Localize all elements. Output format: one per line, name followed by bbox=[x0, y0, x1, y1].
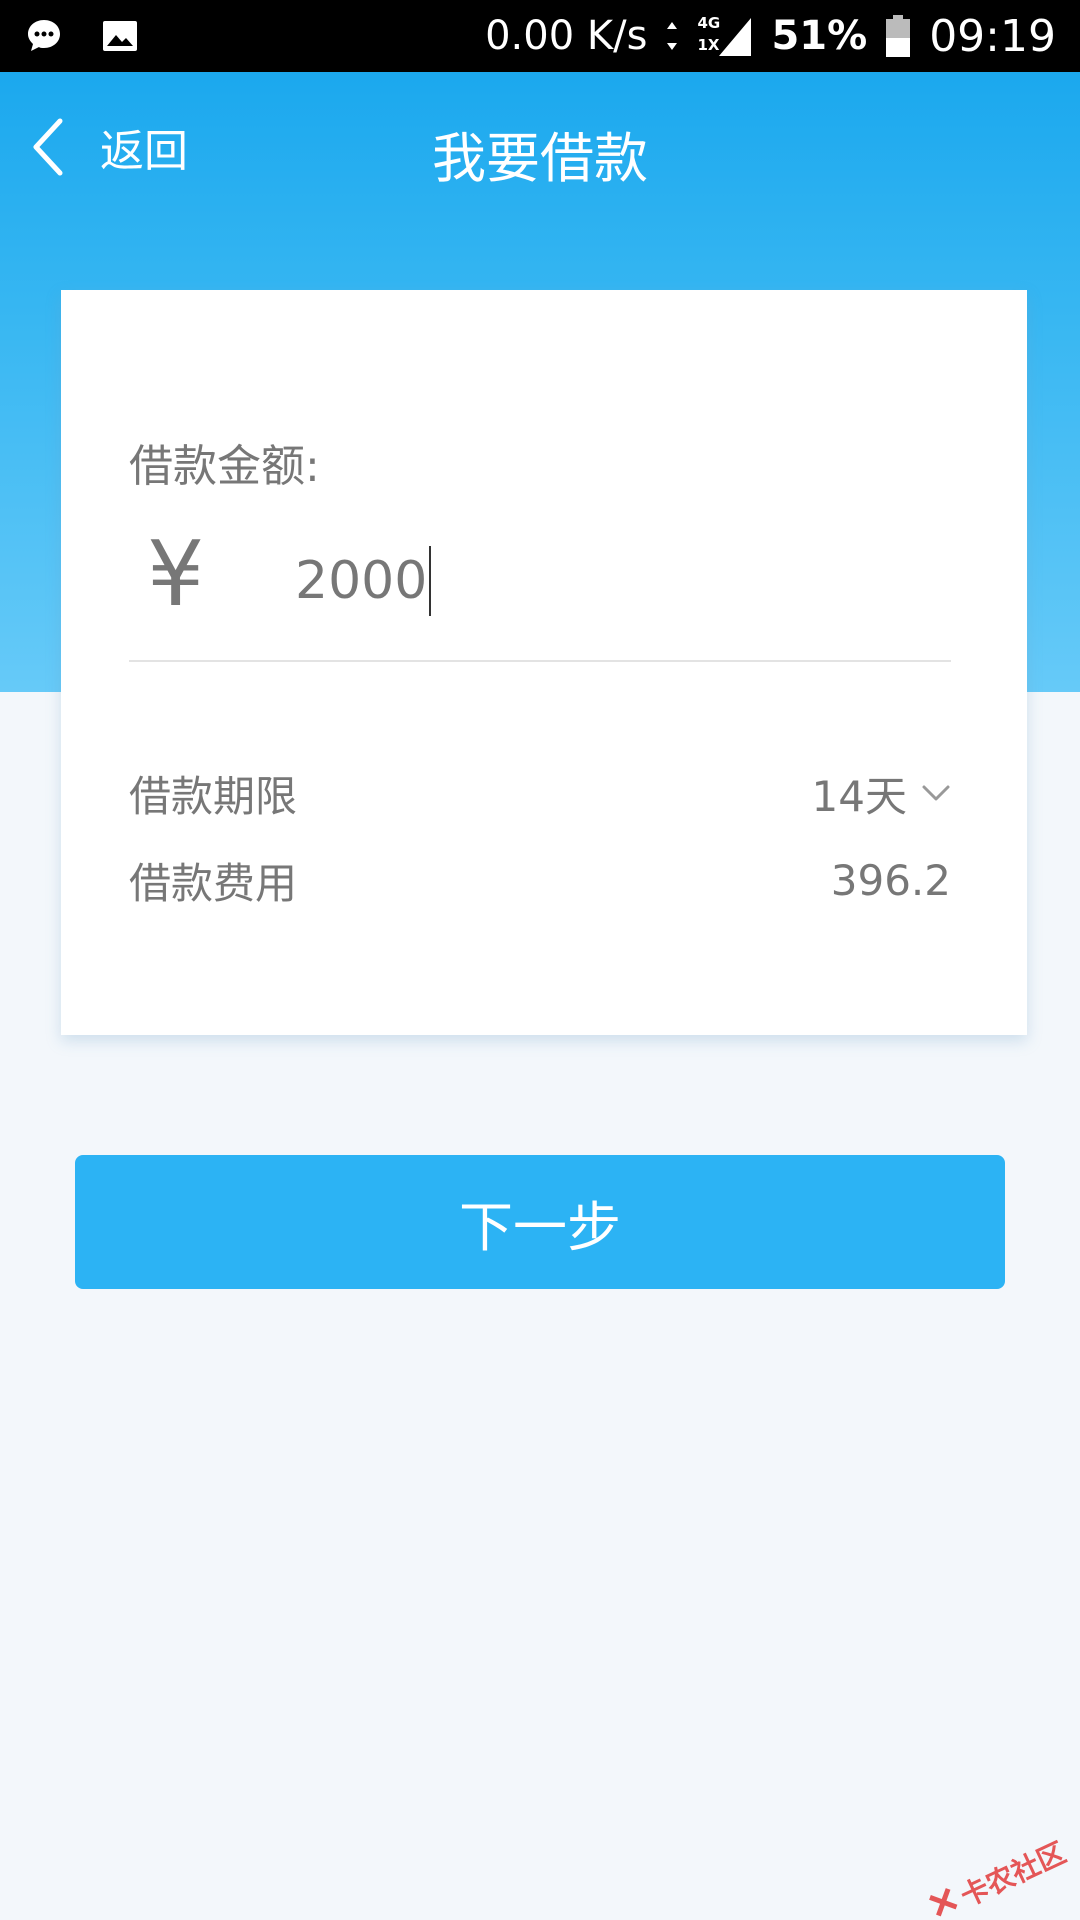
amount-field[interactable]: ¥ 2000 bbox=[129, 520, 951, 662]
amount-value: 2000 bbox=[295, 551, 428, 611]
battery-percent: 51% bbox=[771, 13, 868, 59]
text-cursor bbox=[429, 546, 432, 616]
term-selector[interactable]: 14天 bbox=[812, 763, 951, 824]
watermark-text: 卡农社区 bbox=[955, 1835, 1071, 1914]
data-arrows-icon bbox=[665, 20, 679, 52]
watermark: 卡农社区 bbox=[924, 1831, 1071, 1920]
fee-row: 借款费用 396.2 bbox=[129, 850, 951, 910]
clock: 09:19 bbox=[929, 10, 1056, 62]
term-label: 借款期限 bbox=[129, 771, 298, 821]
image-icon bbox=[100, 16, 140, 56]
amount-label: 借款金额: bbox=[129, 441, 320, 492]
fee-label: 借款费用 bbox=[129, 858, 298, 908]
fee-value: 396.2 bbox=[830, 855, 951, 905]
page-title: 我要借款 bbox=[432, 127, 648, 190]
term-value: 14天 bbox=[811, 771, 907, 821]
status-right: 0.00 K/s 4G 1X 51% 09:19 bbox=[485, 11, 1056, 62]
currency-symbol: ¥ bbox=[147, 522, 205, 627]
battery-icon bbox=[885, 14, 911, 58]
status-bar: 0.00 K/s 4G 1X 51% 09:19 bbox=[0, 0, 1080, 72]
network-speed: 0.00 K/s bbox=[485, 13, 648, 59]
loan-form-card: 借款金额: ¥ 2000 借款期限 14天 借款费用 396.2 bbox=[61, 290, 1027, 1035]
loan-screen: 0.00 K/s 4G 1X 51% 09:19 返回 我要借款 借款金额: ¥… bbox=[0, 0, 1080, 1920]
term-row[interactable]: 借款期限 14天 bbox=[129, 763, 951, 823]
message-icon bbox=[24, 16, 64, 56]
next-step-button[interactable]: 下一步 bbox=[75, 1155, 1005, 1289]
amount-input[interactable]: 2000 bbox=[295, 546, 795, 616]
signal-icon: 4G 1X bbox=[697, 14, 753, 58]
chevron-down-icon bbox=[921, 783, 951, 803]
status-left bbox=[24, 16, 140, 56]
nav-bar: 返回 我要借款 bbox=[0, 72, 1080, 222]
